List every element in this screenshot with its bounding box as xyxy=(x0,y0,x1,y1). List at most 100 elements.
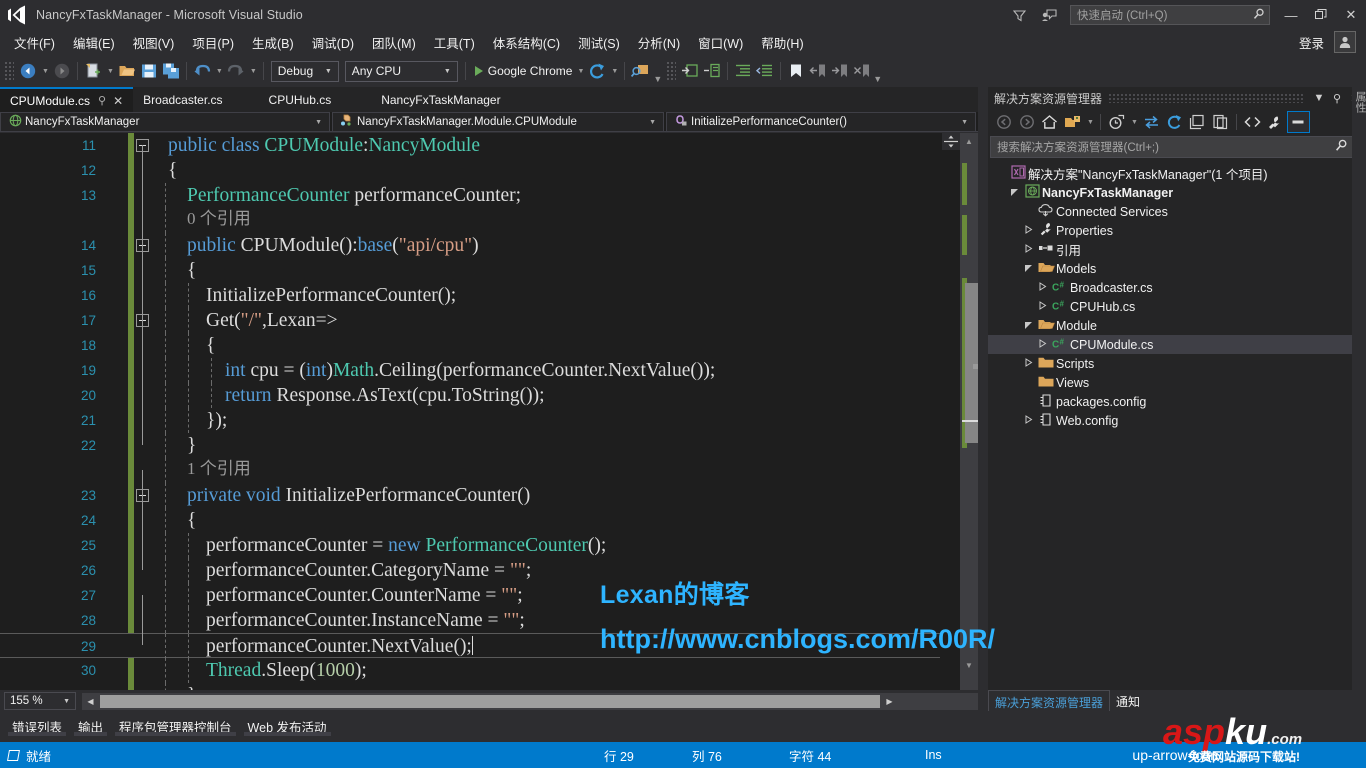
undo-icon[interactable] xyxy=(191,59,213,83)
code-line[interactable]: 11public class CPUModule:NancyModule xyxy=(0,133,940,158)
solution-platform-combo[interactable]: Any CPU ▼ xyxy=(345,61,458,82)
code-line[interactable]: 22} xyxy=(0,433,940,458)
tree-item-packages.config[interactable]: packages.config xyxy=(988,392,1366,411)
tree-item-views[interactable]: Views xyxy=(988,373,1366,392)
twisty-collapsed-icon[interactable] xyxy=(1020,225,1036,236)
code-line[interactable]: 13PerformanceCounter performanceCounter; xyxy=(0,183,940,208)
toolbar-overflow-icon[interactable]: ▼ xyxy=(873,74,882,87)
tab-web-publish-activity[interactable]: Web 发布活动 xyxy=(240,713,335,736)
panel-pin-icon[interactable]: ⚲ xyxy=(1328,89,1346,107)
tab-broadcaster-cs[interactable]: Broadcaster.cs xyxy=(133,87,232,112)
twisty-collapsed-icon[interactable] xyxy=(1034,301,1050,312)
menu-item-view[interactable]: 视图(V) xyxy=(124,30,184,55)
navigate-back-dropdown-icon[interactable]: ▼ xyxy=(40,68,51,75)
tree-item-properties[interactable]: Properties xyxy=(988,221,1366,240)
solution-configuration-combo[interactable]: Debug ▼ xyxy=(271,61,339,82)
navbar-project-combo[interactable]: NancyFxTaskManager ▼ xyxy=(0,112,330,132)
twisty-collapsed-icon[interactable] xyxy=(1020,415,1036,426)
codelens-reference-count[interactable]: 1 个引用 xyxy=(187,458,251,480)
tree-item-models[interactable]: Models xyxy=(988,259,1366,278)
codelens-reference-count[interactable]: 0 个引用 xyxy=(187,208,251,230)
step-over-icon[interactable] xyxy=(701,59,723,83)
code-line[interactable]: 16InitializePerformanceCounter(); xyxy=(0,283,940,308)
scroll-left-arrow-icon[interactable]: ◀ xyxy=(82,693,99,710)
twisty-expanded-icon[interactable] xyxy=(1020,320,1036,331)
code-line[interactable]: 12{ xyxy=(0,158,940,183)
code-line[interactable]: 19int cpu = (int)Math.Ceiling(performanc… xyxy=(0,358,940,383)
tree-item-broadcaster.cs[interactable]: C#Broadcaster.cs xyxy=(988,278,1366,297)
refresh-icon[interactable] xyxy=(586,59,608,83)
properties-wrench-icon[interactable] xyxy=(1264,111,1287,133)
editor-vertical-scrollbar[interactable]: ▲ ▼ xyxy=(960,133,978,690)
increase-indent-icon[interactable] xyxy=(732,59,754,83)
redo-icon[interactable] xyxy=(225,59,247,83)
split-view-icon[interactable] xyxy=(942,133,960,150)
tab-error-list[interactable]: 错误列表 xyxy=(4,713,70,736)
pending-changes-dropdown-icon[interactable]: ▼ xyxy=(1129,119,1140,126)
bookmark-clear-icon[interactable] xyxy=(851,59,873,83)
scroll-right-arrow-icon[interactable]: ▶ xyxy=(881,693,898,710)
panel-chevron-down-icon[interactable]: ▼ xyxy=(1310,89,1328,107)
tree-item-scripts[interactable]: Scripts xyxy=(988,354,1366,373)
twisty-collapsed-icon[interactable] xyxy=(1034,339,1050,350)
undo-dropdown-icon[interactable]: ▼ xyxy=(214,68,225,75)
menu-item-test[interactable]: 测试(S) xyxy=(569,30,629,55)
tab-cpumodule-cs[interactable]: CPUModule.cs ⚲ ✕ xyxy=(0,87,133,112)
navbar-member-combo[interactable]: InitializePerformanceCounter() ▼ xyxy=(666,112,976,132)
twisty-collapsed-icon[interactable] xyxy=(1034,282,1050,293)
code-reference-lens-line[interactable]: 0 个引用 xyxy=(0,208,940,233)
code-line[interactable]: 26performanceCounter.CategoryName = ""; xyxy=(0,558,940,583)
navbar-class-combo[interactable]: NancyFxTaskManager.Module.CPUModule ▼ xyxy=(332,112,664,132)
home-icon[interactable] xyxy=(1038,111,1061,133)
refresh-dropdown-icon[interactable]: ▼ xyxy=(609,68,620,75)
tree-item-nancyfxtaskmanager[interactable]: NancyFxTaskManager xyxy=(988,183,1366,202)
start-debugging-button[interactable]: Google Chrome xyxy=(470,59,575,83)
scroll-thumb[interactable] xyxy=(965,283,978,443)
code-line[interactable]: 31} xyxy=(0,683,940,690)
tab-notifications[interactable]: 通知 xyxy=(1110,690,1146,710)
tree-item-module[interactable]: Module xyxy=(988,316,1366,335)
code-line[interactable]: 18{ xyxy=(0,333,940,358)
back-arrow-icon[interactable] xyxy=(992,111,1015,133)
new-item-dropdown-icon[interactable]: ▼ xyxy=(105,68,116,75)
tree-item-cpumodule.cs[interactable]: C#CPUModule.cs xyxy=(988,335,1366,354)
step-into-icon[interactable] xyxy=(679,59,701,83)
save-all-icon[interactable] xyxy=(160,59,182,83)
account-person-icon[interactable] xyxy=(1334,31,1356,53)
find-in-files-icon[interactable] xyxy=(629,59,653,83)
collapse-all-icon[interactable] xyxy=(1186,111,1209,133)
code-line[interactable]: 15{ xyxy=(0,258,940,283)
pin-icon[interactable]: ⚲ xyxy=(98,94,106,107)
close-button[interactable]: ✕ xyxy=(1336,1,1366,29)
minimize-button[interactable]: — xyxy=(1276,1,1306,29)
tree-item-[interactable]: 引用 xyxy=(988,240,1366,259)
quick-launch-input[interactable]: 快速启动 (Ctrl+Q) xyxy=(1070,5,1270,25)
scroll-up-arrow-icon[interactable]: ▲ xyxy=(960,133,978,149)
sync-with-editor-icon[interactable] xyxy=(1140,111,1163,133)
pending-changes-icon[interactable] xyxy=(1105,111,1128,133)
tree-item-web.config[interactable]: Web.config xyxy=(988,411,1366,430)
tree-item-nancyfxtaskmanager-1[interactable]: 解决方案"NancyFxTaskManager"(1 个项目) xyxy=(988,164,1366,183)
twisty-expanded-icon[interactable] xyxy=(1020,263,1036,274)
toolbar-grip-2[interactable] xyxy=(666,61,676,81)
toolbar-grip[interactable] xyxy=(4,61,14,81)
save-icon[interactable] xyxy=(138,59,160,83)
properties-autohide-tab[interactable]: 属性 xyxy=(1353,91,1366,113)
twisty-collapsed-icon[interactable] xyxy=(1020,244,1036,255)
close-icon[interactable]: ✕ xyxy=(113,94,123,108)
preview-selected-items-icon[interactable] xyxy=(1287,111,1310,133)
solution-view-dropdown-icon[interactable]: ▼ xyxy=(1085,119,1096,126)
tab-solution-explorer[interactable]: 解决方案资源管理器 xyxy=(988,690,1110,711)
panel-drag-grip[interactable] xyxy=(1108,93,1304,103)
menu-item-team[interactable]: 团队(M) xyxy=(363,30,425,55)
menu-item-tools[interactable]: 工具(T) xyxy=(425,30,484,55)
bookmark-icon[interactable] xyxy=(785,59,807,83)
solution-view-icon[interactable] xyxy=(1061,111,1084,133)
code-reference-lens-line[interactable]: 1 个引用 xyxy=(0,458,940,483)
restore-button[interactable] xyxy=(1306,1,1336,29)
bookmark-next-icon[interactable] xyxy=(829,59,851,83)
view-code-icon[interactable] xyxy=(1241,111,1264,133)
twisty-expanded-icon[interactable] xyxy=(1006,187,1022,198)
start-debugging-dropdown-icon[interactable]: ▼ xyxy=(575,68,586,75)
show-all-files-icon[interactable] xyxy=(1209,111,1232,133)
